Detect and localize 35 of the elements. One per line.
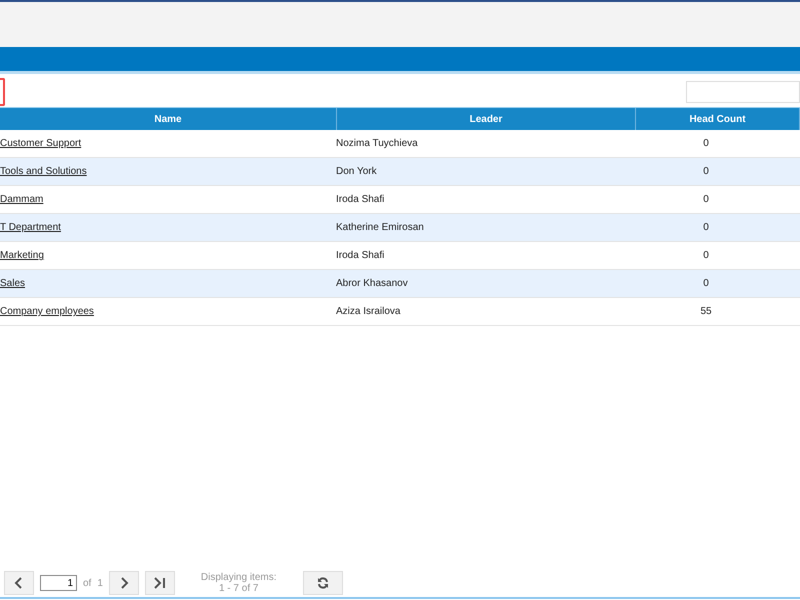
table-cell: Don York: [336, 166, 377, 177]
table-cell: 0: [703, 250, 709, 261]
chevron-left-icon: [14, 577, 24, 589]
table-cell: 55: [700, 306, 712, 317]
department-link[interactable]: Dammam: [0, 194, 44, 205]
department-link[interactable]: Company employees: [0, 306, 94, 317]
department-link[interactable]: Tools and Solutions: [0, 166, 87, 177]
search-field[interactable]: [686, 80, 800, 102]
chevron-right-icon: [118, 577, 129, 589]
department-link[interactable]: Marketing: [0, 250, 44, 261]
table-cell: Iroda Shafi: [336, 250, 384, 261]
refresh-icon: [316, 577, 328, 589]
table-cell: Iroda Shafi: [336, 194, 384, 205]
department-link[interactable]: T Department: [0, 222, 61, 233]
total-pages: 1: [97, 578, 103, 588]
table-cell: Aziza Israilova: [336, 306, 400, 317]
table-cell: Katherine Emirosan: [336, 222, 424, 233]
department-link[interactable]: Customer Support: [0, 138, 82, 149]
displaying-range: 1 - 7 of 7: [218, 583, 258, 594]
next-page-button[interactable]: [108, 571, 139, 595]
last-page-icon: [152, 577, 167, 589]
table-cell: 0: [703, 278, 709, 289]
department-link[interactable]: Sales: [0, 278, 26, 289]
previous-page-button[interactable]: [4, 571, 34, 595]
of-label: of: [83, 578, 92, 588]
last-page-button[interactable]: [144, 571, 175, 595]
table-cell: 0: [703, 138, 709, 149]
table-cell: Nozima Tuychieva: [336, 138, 418, 149]
page-number-field[interactable]: 1: [40, 575, 77, 591]
displaying-label: Displaying items:: [200, 572, 276, 583]
table-cell: 0: [703, 194, 709, 205]
table-cell: 0: [703, 166, 709, 177]
refresh-button[interactable]: [302, 571, 342, 595]
table-cell: Abror Khasanov: [336, 278, 408, 289]
table-cell: 0: [703, 222, 709, 233]
